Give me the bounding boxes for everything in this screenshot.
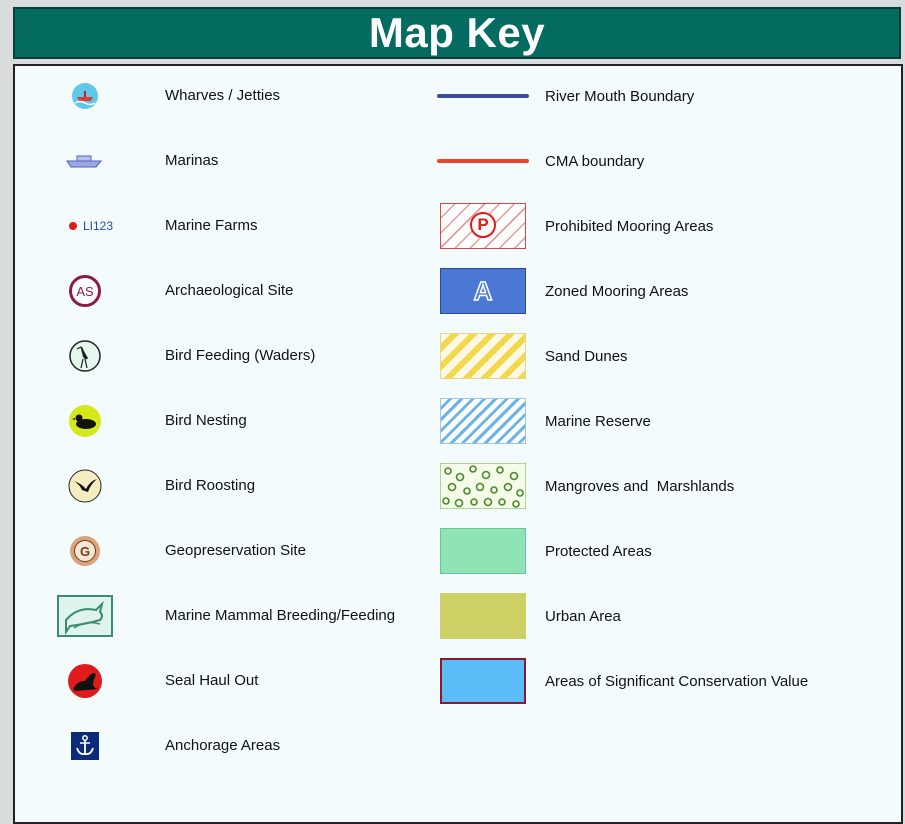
boat-icon — [45, 136, 125, 186]
legend-label: Marine Farms — [165, 217, 258, 234]
map-key-title: Map Key — [368, 9, 546, 56]
legend-label: Urban Area — [545, 608, 621, 625]
urban-area-swatch — [437, 591, 529, 641]
river-mouth-line-icon — [437, 71, 529, 121]
wading-bird-icon — [45, 331, 125, 381]
anchor-icon — [45, 721, 125, 771]
legend-label: Geopreservation Site — [165, 542, 306, 559]
legend-label: River Mouth Boundary — [545, 88, 695, 105]
protected-areas-swatch — [437, 526, 529, 576]
legend-label: Mangroves and Marshlands — [545, 478, 735, 495]
legend-label: Sand Dunes — [545, 348, 628, 365]
legend-label: Prohibited Mooring Areas — [545, 218, 714, 235]
geopreservation-icon: G — [45, 526, 125, 576]
legend-label: Seal Haul Out — [165, 672, 259, 689]
mangroves-swatch — [437, 461, 529, 511]
legend-label: Protected Areas — [545, 543, 652, 560]
cma-line-icon — [437, 136, 529, 186]
legend-label: Zoned Mooring Areas — [545, 283, 689, 300]
dolphin-icon — [45, 591, 125, 641]
legend-label: Bird Feeding (Waders) — [165, 347, 316, 364]
map-key-title-bar: Map Key — [13, 7, 901, 59]
nesting-duck-icon — [45, 396, 125, 446]
legend-label: Marine Mammal Breeding/Feeding — [165, 607, 396, 624]
legend-panel: Wharves / Jetties Marinas LI123 Marine F… — [13, 64, 903, 824]
roosting-bird-icon — [45, 461, 125, 511]
legend-label: Marinas — [165, 152, 219, 169]
prohibited-mooring-swatch: P — [437, 201, 529, 251]
legend-label: Marine Reserve — [545, 413, 651, 430]
sand-dunes-swatch — [437, 331, 529, 381]
legend-label: CMA boundary — [545, 153, 645, 170]
marine-farm-code: LI123 — [83, 219, 114, 233]
wharf-icon — [45, 71, 125, 121]
zoned-mooring-swatch: A — [437, 266, 529, 316]
archaeological-site-icon: AS — [45, 266, 125, 316]
legend-label: Wharves / Jetties — [165, 87, 281, 104]
marine-farm-dot-icon: LI123 — [45, 201, 145, 251]
conservation-value-swatch — [437, 656, 529, 706]
legend-label: Bird Roosting — [165, 477, 256, 494]
marine-reserve-swatch — [437, 396, 529, 446]
legend-label: Areas of Significant Conservation Value — [545, 673, 809, 690]
legend-label: Bird Nesting — [165, 412, 247, 429]
legend-label: Anchorage Areas — [165, 737, 281, 754]
legend-label: Archaeological Site — [165, 282, 294, 299]
seal-icon — [45, 656, 125, 706]
